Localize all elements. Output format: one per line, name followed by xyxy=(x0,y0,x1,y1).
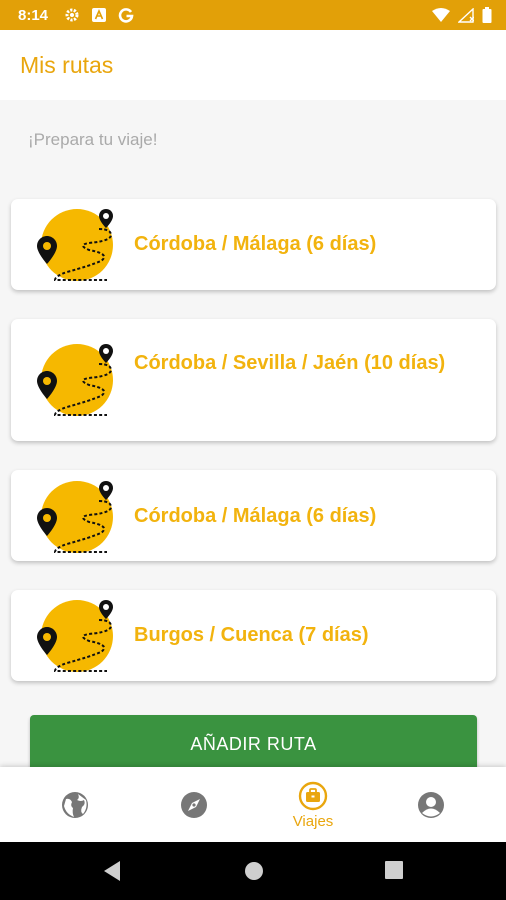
route-title: Córdoba / Málaga (6 días) xyxy=(134,505,377,527)
system-navigation-bar xyxy=(0,842,506,900)
route-card[interactable]: Córdoba / Sevilla / Jaén (10 días) xyxy=(11,319,496,441)
nav-item-viajes[interactable]: Viajes xyxy=(263,767,363,842)
route-map-icon xyxy=(37,340,117,420)
wifi-icon xyxy=(432,8,450,22)
nav-item-explore[interactable] xyxy=(25,767,125,842)
route-map-icon xyxy=(37,205,117,285)
g-icon xyxy=(118,8,134,23)
route-title: Córdoba / Málaga (6 días) xyxy=(134,233,377,255)
status-time: 8:14 xyxy=(18,6,49,24)
battery-icon xyxy=(482,7,492,23)
status-bar: 8:14 xyxy=(0,0,506,30)
route-card[interactable]: Burgos / Cuenca (7 días) xyxy=(11,590,496,681)
home-icon[interactable] xyxy=(243,860,265,882)
page-title: Mis rutas xyxy=(20,51,114,78)
back-icon[interactable] xyxy=(102,860,122,882)
globe-icon xyxy=(62,792,88,818)
account-icon xyxy=(418,792,444,818)
signal-icon xyxy=(458,7,474,23)
route-card[interactable]: Córdoba / Málaga (6 días) xyxy=(11,470,496,561)
route-map-icon xyxy=(37,596,117,676)
recents-icon[interactable] xyxy=(384,860,404,880)
route-map-icon xyxy=(37,477,117,557)
add-route-button[interactable]: AÑADIR RUTA xyxy=(30,715,477,775)
route-title: Burgos / Cuenca (7 días) xyxy=(134,624,369,646)
a-icon xyxy=(92,8,107,22)
nav-item-label: Viajes xyxy=(292,813,334,830)
nav-item-profile[interactable] xyxy=(381,767,481,842)
nav-item-discover[interactable] xyxy=(144,767,244,842)
route-card[interactable]: Córdoba / Málaga (6 días) xyxy=(11,199,496,290)
briefcase-icon xyxy=(298,781,328,811)
route-title: Córdoba / Sevilla / Jaén (10 días) xyxy=(134,352,446,374)
subtitle: ¡Prepara tu viaje! xyxy=(28,130,158,149)
settings-icon xyxy=(65,8,79,22)
app-bar: Mis rutas xyxy=(0,30,506,100)
bottom-navigation: Viajes xyxy=(0,767,506,842)
compass-icon xyxy=(181,792,207,818)
